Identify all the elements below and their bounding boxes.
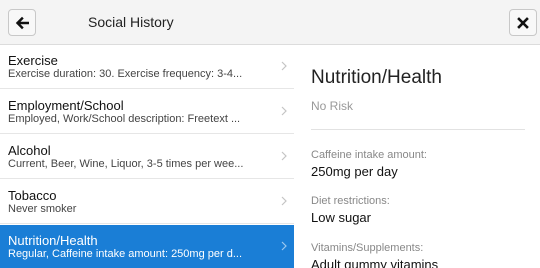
- list-item-title: Exercise: [8, 53, 58, 68]
- caffeine-value: 250mg per day: [311, 164, 398, 179]
- vitamins-label: Vitamins/Supplements:: [311, 242, 424, 254]
- list-item-subtitle: Never smoker: [8, 203, 77, 215]
- list-item-title: Employment/School: [8, 98, 124, 113]
- chevron-right-icon: [281, 196, 287, 206]
- social-history-list: Exercise Exercise duration: 30. Exercise…: [0, 45, 294, 268]
- arrow-left-icon: [15, 16, 29, 29]
- back-button[interactable]: [8, 9, 36, 36]
- list-item-title: Tobacco: [8, 188, 57, 203]
- list-item-exercise[interactable]: Exercise Exercise duration: 30. Exercise…: [0, 45, 294, 89]
- risk-status: No Risk: [311, 99, 354, 113]
- list-item-subtitle: Employed, Work/School description: Freet…: [8, 113, 241, 125]
- list-item-title: Alcohol: [8, 143, 51, 158]
- close-button[interactable]: [509, 9, 537, 36]
- vitamins-value: Adult gummy vitamins: [311, 257, 439, 268]
- close-icon: [517, 16, 529, 29]
- list-item-employment-school[interactable]: Employment/School Employed, Work/School …: [0, 90, 294, 134]
- list-item-subtitle: Exercise duration: 30. Exercise frequenc…: [8, 68, 243, 80]
- caffeine-label: Caffeine intake amount:: [311, 149, 427, 161]
- list-item-subtitle: Current, Beer, Wine, Liquor, 3-5 times p…: [8, 158, 244, 170]
- divider: [311, 129, 525, 130]
- chevron-right-icon: [281, 241, 287, 251]
- chevron-right-icon: [281, 106, 287, 116]
- list-item-subtitle: Regular, Caffeine intake amount: 250mg p…: [8, 248, 242, 260]
- chevron-right-icon: [281, 61, 287, 71]
- list-item-alcohol[interactable]: Alcohol Current, Beer, Wine, Liquor, 3-5…: [0, 135, 294, 179]
- list-item-nutrition-health[interactable]: Nutrition/Health Regular, Caffeine intak…: [0, 225, 294, 268]
- chevron-right-icon: [281, 151, 287, 161]
- detail-title: Nutrition/Health: [311, 67, 442, 88]
- list-item-tobacco[interactable]: Tobacco Never smoker: [0, 180, 294, 224]
- diet-restrictions-label: Diet restrictions:: [311, 195, 390, 207]
- list-item-title: Nutrition/Health: [8, 233, 98, 248]
- page-title: Social History: [88, 14, 174, 30]
- detail-panel: Nutrition/Health No Risk Caffeine intake…: [295, 45, 540, 268]
- header-bar: Social History: [0, 0, 540, 45]
- diet-restrictions-value: Low sugar: [311, 210, 371, 225]
